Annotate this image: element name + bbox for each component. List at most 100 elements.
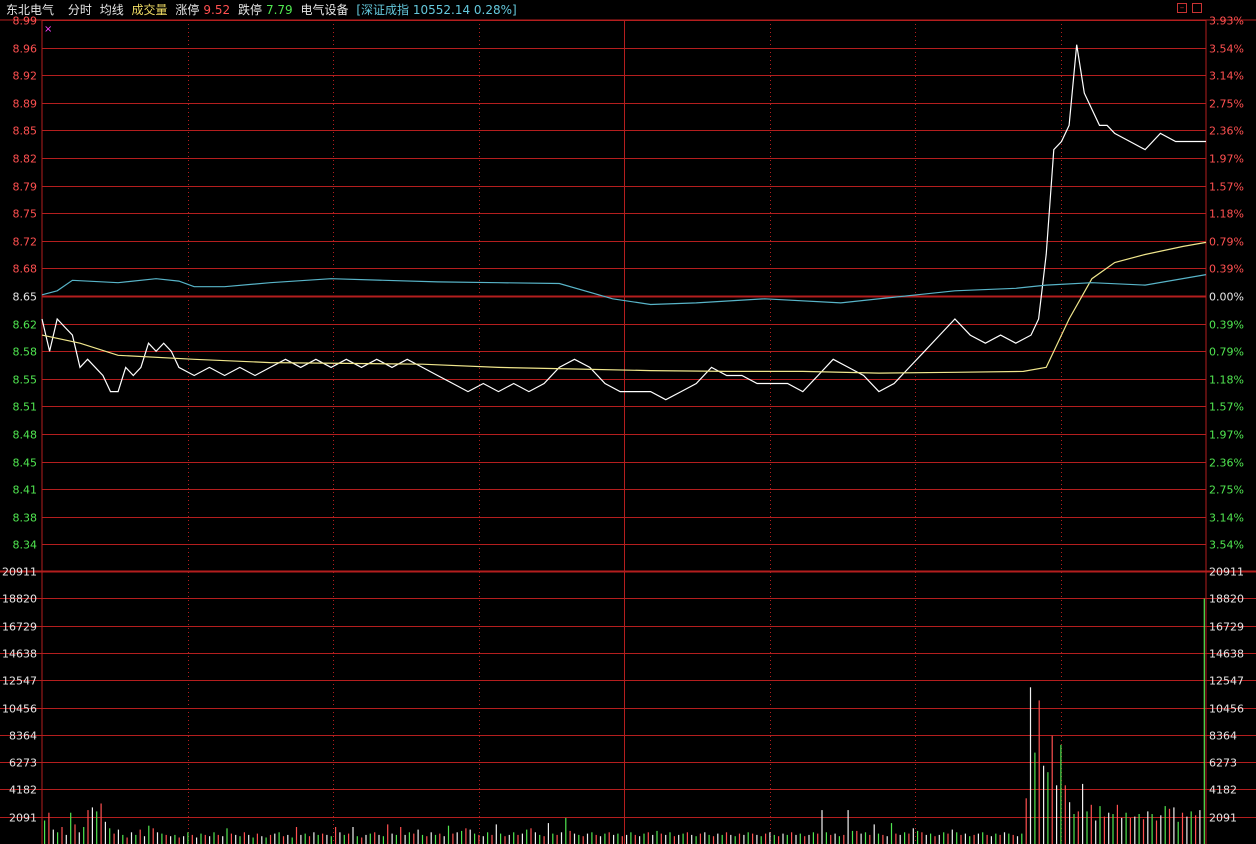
volume-bar (951, 829, 953, 844)
volume-bar (65, 834, 67, 844)
volume-bar (287, 834, 289, 844)
volume-bar (795, 834, 797, 844)
volume-bar (143, 836, 146, 844)
volume-bar (578, 834, 580, 844)
volume-bar (400, 827, 402, 844)
percent-tick-label: 0.39% (1209, 263, 1244, 276)
volume-bar (1151, 814, 1153, 844)
volume-bar (487, 832, 489, 844)
volume-bar (335, 827, 337, 844)
tab-intraday[interactable]: 分时 (68, 3, 92, 17)
percent-tick-label: 3.14% (1209, 512, 1244, 525)
volume-bar (213, 832, 215, 844)
volume-bar (634, 834, 636, 844)
volume-bar (678, 834, 680, 844)
volume-bar (917, 830, 919, 844)
chart-header: 东北电气 分时 均线 成交量 涨停 9.52 跌停 7.79 电气设备 [深证成指 … (0, 0, 1256, 20)
volume-bar (643, 833, 645, 844)
volume-tick-label: 8364 (9, 730, 37, 743)
volume-tick-label: 12547 (1209, 675, 1244, 688)
volume-bar (1021, 833, 1023, 844)
volume-tick-label: 16729 (2, 621, 37, 634)
volume-bar (196, 837, 198, 844)
volume-bar (782, 833, 784, 844)
volume-bar (617, 833, 619, 844)
volume-bar (434, 834, 437, 844)
volume-bar (691, 834, 693, 844)
volume-bar (148, 825, 150, 844)
volume-bar (595, 834, 597, 844)
volume-bar (1186, 816, 1188, 844)
price-tick-label: 8.96 (13, 43, 38, 56)
volume-bar (934, 836, 936, 844)
volume-tick-label: 18820 (2, 593, 37, 606)
volume-bar (452, 833, 454, 844)
volume-bar (469, 829, 471, 844)
percent-tick-label: 1.57% (1209, 181, 1244, 194)
volume-bar (222, 836, 224, 844)
volume-bar (352, 827, 354, 844)
volume-bar (152, 828, 154, 844)
volume-bar (708, 834, 710, 844)
volume-bar (586, 833, 589, 844)
volume-bar (382, 836, 384, 844)
minimize-icon[interactable]: – (1177, 3, 1187, 13)
volume-bar (834, 833, 836, 844)
volume-bar (308, 836, 311, 844)
volume-bar (995, 833, 997, 844)
volume-bar (1082, 783, 1084, 844)
volume-bar (304, 833, 306, 844)
volume-bar (860, 833, 862, 844)
volume-bar (274, 833, 276, 844)
volume-tick-label: 14638 (1209, 648, 1244, 661)
percent-tick-label: 2.75% (1209, 98, 1244, 111)
volume-bar (474, 833, 476, 844)
volume-bar (725, 832, 728, 844)
volume-bar (838, 836, 840, 844)
volume-bar (209, 836, 211, 844)
volume-bar (1077, 811, 1079, 844)
volume-label[interactable]: 成交量 (132, 3, 168, 17)
volume-bar (500, 833, 502, 844)
volume-bar (278, 832, 280, 844)
volume-bar (1168, 808, 1171, 844)
volume-bar (517, 834, 519, 844)
price-tick-label: 8.41 (13, 484, 38, 497)
volume-bar (230, 833, 232, 844)
volume-bar (252, 837, 254, 844)
volume-bar (456, 832, 458, 844)
price-tick-label: 8.72 (13, 236, 38, 249)
volume-bar (417, 829, 419, 844)
volume-bar (921, 832, 923, 844)
volume-bar (1129, 817, 1131, 844)
volume-bar (573, 833, 576, 844)
percent-tick-label: 1.18% (1209, 374, 1244, 387)
volume-bar (200, 833, 202, 844)
volume-bar (630, 832, 632, 844)
volume-bar (1142, 819, 1145, 844)
volume-bar (113, 833, 115, 844)
volume-bar (626, 834, 628, 844)
volume-bar (947, 833, 949, 844)
volume-bar (421, 834, 424, 844)
volume-bar (977, 833, 979, 844)
volume-bar (1064, 785, 1066, 844)
volume-bar (960, 834, 962, 844)
avg-line-label[interactable]: 均线 (100, 3, 124, 17)
volume-bar (391, 833, 393, 844)
volume-bar (74, 824, 76, 844)
maximize-icon[interactable] (1192, 3, 1202, 13)
volume-tick-label: 6273 (1209, 757, 1237, 770)
volume-tick-label: 4182 (1209, 784, 1237, 797)
volume-bar (61, 827, 63, 844)
volume-bar (426, 836, 428, 844)
volume-bar (369, 833, 371, 844)
sector-label: 电气设备 (300, 3, 349, 17)
volume-bar (608, 832, 610, 844)
volume-bar (1029, 687, 1032, 844)
volume-bar (339, 832, 341, 844)
volume-bar (269, 834, 272, 844)
volume-bar (1012, 834, 1014, 844)
price-tick-label: 8.82 (13, 153, 38, 166)
price-tick-label: 8.68 (13, 263, 38, 276)
